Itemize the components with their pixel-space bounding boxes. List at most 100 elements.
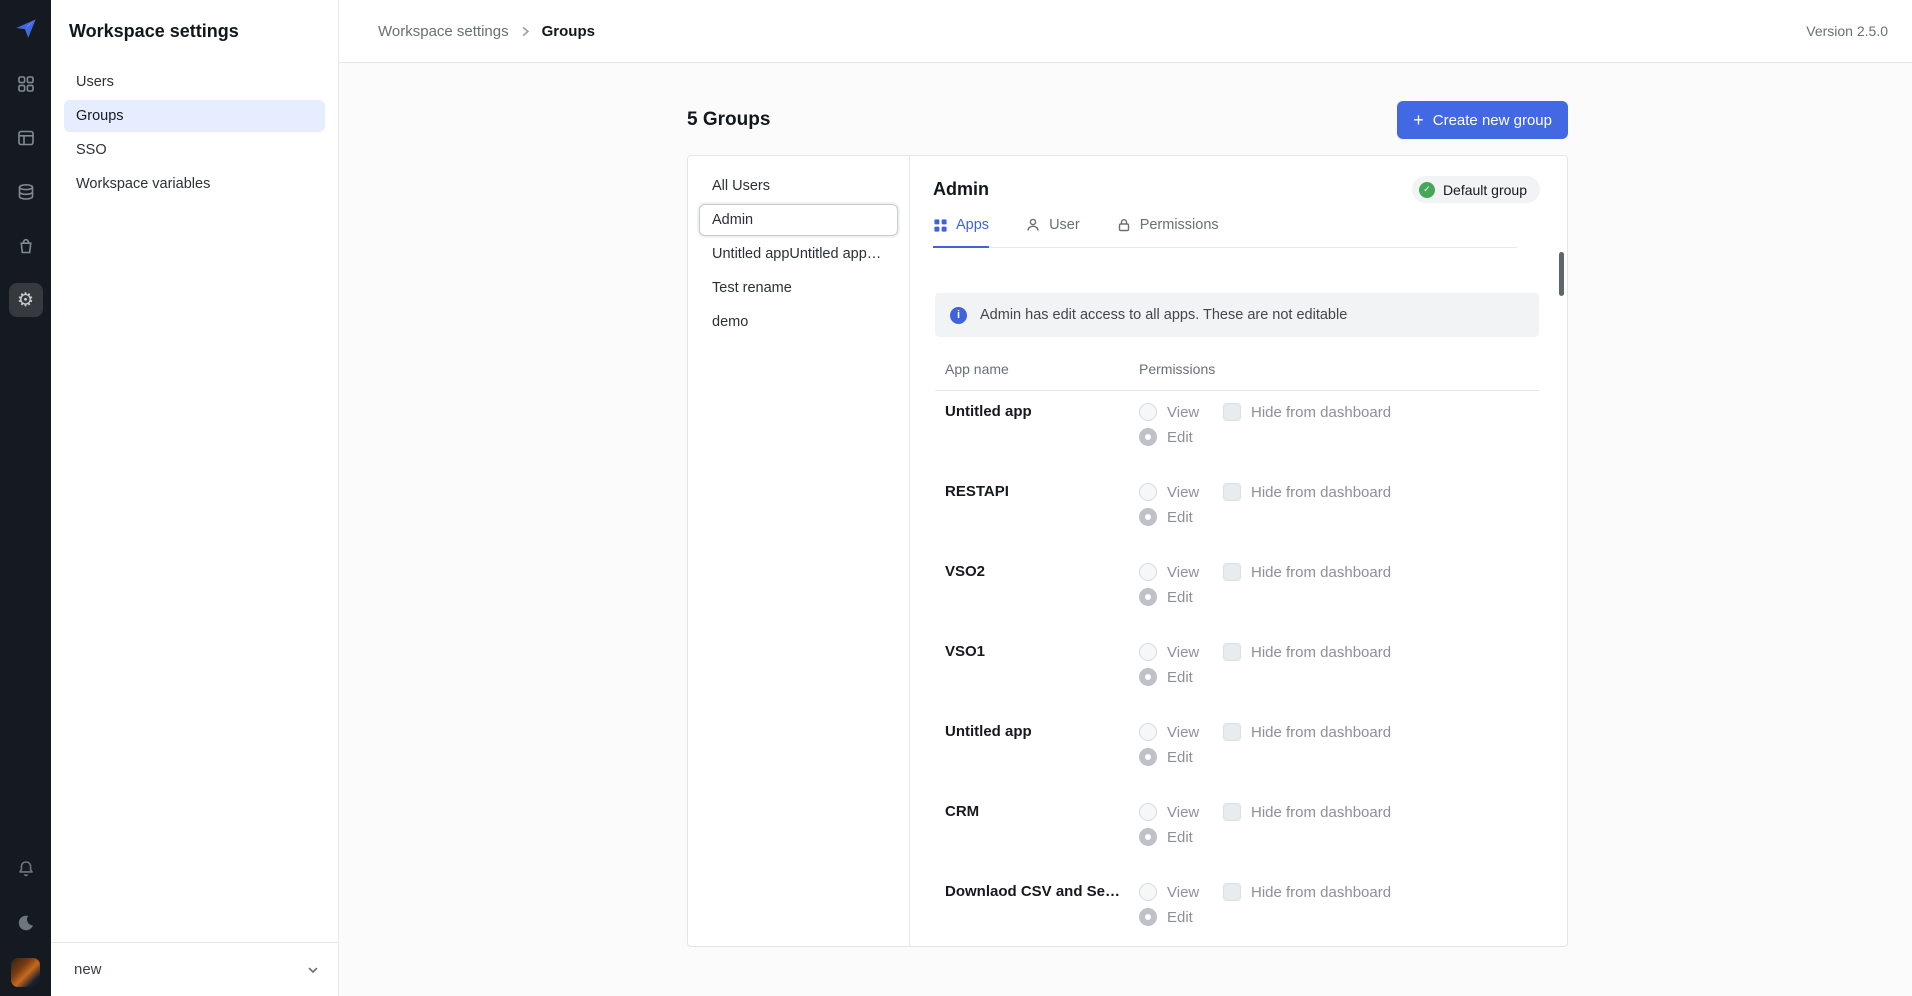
hide-label: Hide from dashboard — [1251, 804, 1391, 821]
group-list: All Users Admin Untitled appUntitled app… — [688, 156, 910, 946]
view-radio[interactable] — [1139, 563, 1157, 581]
create-new-group-button[interactable]: Create new group — [1397, 101, 1568, 139]
sidebar-item-label: Groups — [76, 108, 124, 124]
tab-permissions[interactable]: Permissions — [1116, 217, 1219, 248]
breadcrumb-root[interactable]: Workspace settings — [378, 23, 509, 40]
col-app-name: App name — [945, 361, 1139, 377]
edit-label: Edit — [1167, 509, 1193, 526]
edit-label: Edit — [1167, 909, 1193, 926]
default-group-badge: Default group — [1412, 176, 1540, 203]
version-label: Version 2.5.0 — [1806, 23, 1888, 39]
app-name: RESTAPI — [945, 483, 1139, 551]
group-item-test-rename[interactable]: Test rename — [699, 272, 898, 304]
scrollbar-thumb[interactable] — [1559, 252, 1564, 296]
hide-from-dashboard-checkbox[interactable] — [1223, 643, 1241, 661]
left-rail: ⚙ — [0, 0, 51, 996]
database-icon[interactable] — [9, 175, 43, 209]
edit-radio[interactable] — [1139, 908, 1157, 926]
group-item-label: Test rename — [712, 280, 792, 296]
workspace-switcher[interactable]: new — [51, 942, 338, 996]
marketplace-icon[interactable] — [9, 229, 43, 263]
group-item-demo[interactable]: demo — [699, 306, 898, 338]
app-name: Untitled app — [945, 403, 1139, 471]
hide-from-dashboard-checkbox[interactable] — [1223, 883, 1241, 901]
main-content: 5 Groups Create new group All Users Admi… — [339, 63, 1912, 996]
table-header: App name Permissions — [935, 361, 1539, 391]
settings-nav: Users Groups SSO Workspace variables — [64, 66, 325, 200]
view-radio[interactable] — [1139, 883, 1157, 901]
view-label: View — [1167, 564, 1199, 581]
group-title: Admin — [933, 179, 989, 200]
app-name: Untitled app — [945, 723, 1139, 791]
edit-radio[interactable] — [1139, 748, 1157, 766]
view-label: View — [1167, 724, 1199, 741]
settings-sidebar: Workspace settings Users Groups SSO Work… — [51, 0, 339, 996]
admin-access-notice: Admin has edit access to all apps. These… — [935, 293, 1539, 337]
tab-apps[interactable]: Apps — [933, 217, 989, 248]
app-permission-row: VSO2 View Edit Hide from dashboard — [935, 551, 1539, 631]
edit-radio[interactable] — [1139, 668, 1157, 686]
group-item-untitled[interactable]: Untitled appUntitled appUntitle… — [699, 238, 898, 270]
view-radio[interactable] — [1139, 403, 1157, 421]
edit-radio[interactable] — [1139, 588, 1157, 606]
check-circle-icon — [1419, 182, 1435, 198]
group-item-label: Admin — [712, 212, 753, 228]
edit-label: Edit — [1167, 829, 1193, 846]
sidebar-item-label: Workspace variables — [76, 176, 210, 192]
app-permission-row: CRM View Edit Hide from dashboard — [935, 791, 1539, 871]
edit-label: Edit — [1167, 589, 1193, 606]
sidebar-item-label: Users — [76, 74, 114, 90]
edit-radio[interactable] — [1139, 428, 1157, 446]
app-permission-row: Untitled app View Edit Hide from dashboa… — [935, 711, 1539, 791]
sidebar-item-workspace-variables[interactable]: Workspace variables — [64, 168, 325, 200]
group-item-label: demo — [712, 314, 748, 330]
sidebar-item-groups[interactable]: Groups — [64, 100, 325, 132]
sidebar-item-sso[interactable]: SSO — [64, 134, 325, 166]
group-item-label: Untitled appUntitled appUntitle… — [712, 246, 885, 262]
hide-from-dashboard-checkbox[interactable] — [1223, 403, 1241, 421]
groups-count: 5 Groups — [687, 109, 770, 131]
hide-label: Hide from dashboard — [1251, 564, 1391, 581]
sidebar-item-label: SSO — [76, 142, 107, 158]
settings-gear-icon[interactable]: ⚙ — [9, 283, 43, 317]
top-bar: Workspace settings Groups Version 2.5.0 — [339, 0, 1912, 63]
hide-from-dashboard-checkbox[interactable] — [1223, 483, 1241, 501]
group-detail-panel: Admin Default group Apps User — [910, 156, 1567, 946]
detail-tabs: Apps User Permissions — [933, 217, 1517, 248]
pages-layout-icon[interactable] — [9, 121, 43, 155]
plus-icon — [1413, 111, 1424, 130]
view-label: View — [1167, 404, 1199, 421]
edit-radio[interactable] — [1139, 508, 1157, 526]
app-permission-row: RESTAPI View Edit Hide from dashboard — [935, 471, 1539, 551]
view-radio[interactable] — [1139, 643, 1157, 661]
group-item-admin[interactable]: Admin — [699, 204, 898, 236]
tab-user[interactable]: User — [1025, 217, 1080, 248]
group-item-label: All Users — [712, 178, 770, 194]
app-permission-row: Downlaod CSV and Send attac… View Edit H… — [935, 871, 1539, 947]
view-label: View — [1167, 804, 1199, 821]
edit-label: Edit — [1167, 669, 1193, 686]
col-permissions: Permissions — [1139, 361, 1215, 377]
view-radio[interactable] — [1139, 483, 1157, 501]
view-label: View — [1167, 644, 1199, 661]
hide-from-dashboard-checkbox[interactable] — [1223, 723, 1241, 741]
group-item-all-users[interactable]: All Users — [699, 170, 898, 202]
view-radio[interactable] — [1139, 803, 1157, 821]
edit-label: Edit — [1167, 429, 1193, 446]
notifications-bell-icon[interactable] — [9, 852, 43, 886]
view-label: View — [1167, 484, 1199, 501]
apps-grid-icon[interactable] — [9, 67, 43, 101]
hide-from-dashboard-checkbox[interactable] — [1223, 563, 1241, 581]
hide-label: Hide from dashboard — [1251, 484, 1391, 501]
user-avatar[interactable] — [11, 958, 40, 987]
edit-radio[interactable] — [1139, 828, 1157, 846]
app-logo-icon[interactable] — [11, 13, 41, 43]
view-radio[interactable] — [1139, 723, 1157, 741]
sidebar-item-users[interactable]: Users — [64, 66, 325, 98]
user-tab-icon — [1025, 217, 1041, 233]
hide-label: Hide from dashboard — [1251, 404, 1391, 421]
dark-mode-moon-icon[interactable] — [9, 906, 43, 940]
lock-icon — [1116, 217, 1132, 233]
breadcrumb: Workspace settings Groups — [378, 23, 1806, 40]
hide-from-dashboard-checkbox[interactable] — [1223, 803, 1241, 821]
